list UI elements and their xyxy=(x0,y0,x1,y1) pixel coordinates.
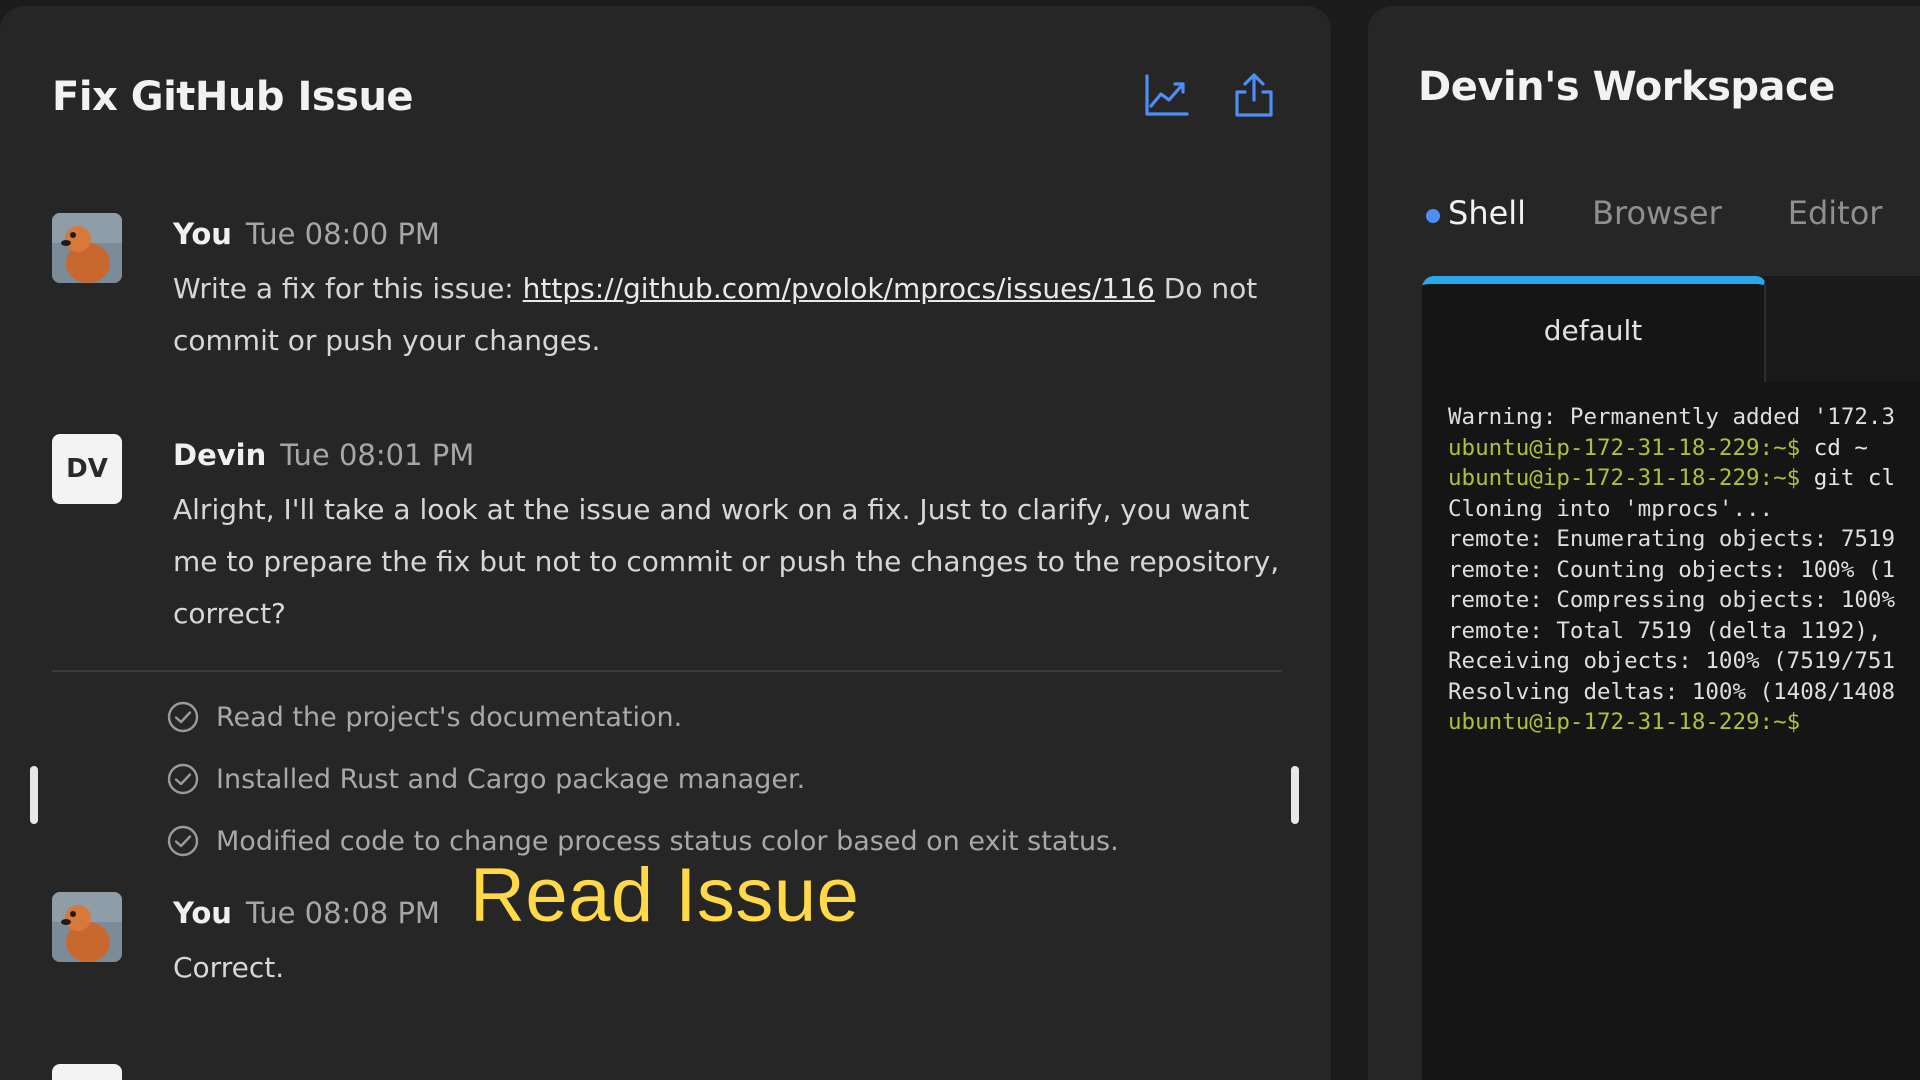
chat-message: You Tue 08:00 PM Write a fix for this iss… xyxy=(52,213,1291,383)
terminal-prompt: ubuntu@ip-172-31-18-229:~$ xyxy=(1448,434,1801,461)
message-text: Write a fix for this issue: https://gith… xyxy=(173,263,1291,367)
terminal-command: cd ~ xyxy=(1800,434,1868,461)
chat-message: DV Devin Tue 08:01 PM Alright, I'll take … xyxy=(52,434,1291,654)
chat-header: Fix GitHub Issue xyxy=(52,70,1279,130)
workspace-title: Devin's Workspace xyxy=(1418,64,1835,110)
check-circle-icon xyxy=(167,763,199,795)
chat-message xyxy=(52,1064,1291,1080)
avatar[interactable] xyxy=(52,892,122,962)
message-meta: Devin Tue 08:01 PM xyxy=(173,438,474,472)
check-circle-icon xyxy=(167,701,199,733)
share-icon[interactable] xyxy=(1229,70,1279,120)
message-meta: You Tue 08:08 PM xyxy=(173,896,440,930)
terminal-line: Resolving deltas: 100% (1408/1408 xyxy=(1448,678,1896,705)
terminal-line: ubuntu@ip-172-31-18-229:~$ git cl xyxy=(1448,463,1895,494)
issue-link[interactable]: https://github.com/pvolok/mprocs/issues/… xyxy=(523,272,1155,305)
tab-label: Shell xyxy=(1448,194,1527,232)
page-title: Fix GitHub Issue xyxy=(52,74,414,120)
terminal-line: Cloning into 'mprocs'... xyxy=(1448,495,1774,522)
terminal-line: ubuntu@ip-172-31-18-229:~$ cd ~ xyxy=(1448,433,1895,464)
terminal-output: Warning: Permanently added '172.3 ubuntu@… xyxy=(1448,402,1895,738)
avatar[interactable] xyxy=(52,1064,122,1080)
terminal-line: ubuntu@ip-172-31-18-229:~$ xyxy=(1448,707,1895,738)
terminal[interactable]: default Warning: Permanently added '172.… xyxy=(1422,276,1920,1080)
divider xyxy=(52,670,1282,672)
task-label: Installed Rust and Cargo package manager… xyxy=(216,763,806,795)
message-meta: You Tue 08:00 PM xyxy=(173,217,440,251)
avatar[interactable] xyxy=(52,213,122,283)
tab-editor[interactable]: Editor xyxy=(1788,194,1883,232)
message-time: Tue 08:08 PM xyxy=(245,896,440,930)
message-author: You xyxy=(173,217,232,251)
terminal-prompt: ubuntu@ip-172-31-18-229:~$ xyxy=(1448,709,1801,735)
message-text: Alright, I'll take a look at the issue a… xyxy=(173,493,1280,630)
drag-handle[interactable] xyxy=(30,766,38,824)
overlay-caption: Read Issue xyxy=(470,853,860,938)
tab-shell[interactable]: Shell xyxy=(1426,194,1526,232)
terminal-prompt: ubuntu@ip-172-31-18-229:~$ xyxy=(1448,465,1801,491)
active-dot-icon xyxy=(1426,209,1440,223)
message-author: Devin xyxy=(173,438,267,472)
terminal-line: remote: Compressing objects: 100% xyxy=(1448,587,1896,613)
message-time: Tue 08:00 PM xyxy=(245,217,440,251)
terminal-line: remote: Counting objects: 100% (1 xyxy=(1448,556,1896,583)
avatar[interactable]: DV xyxy=(52,434,122,504)
tab-browser[interactable]: Browser xyxy=(1592,194,1722,232)
workspace-tabs: Shell Browser Editor xyxy=(1426,194,1920,232)
terminal-tabbar: default xyxy=(1422,276,1920,382)
terminal-command: git cl xyxy=(1800,465,1896,491)
message-time: Tue 08:01 PM xyxy=(280,438,475,472)
scrollbar[interactable] xyxy=(1291,766,1299,824)
task-label: Read the project's documentation. xyxy=(216,701,683,733)
chart-icon[interactable] xyxy=(1141,70,1191,120)
terminal-line: Warning: Permanently added '172.3 xyxy=(1448,404,1896,430)
workspace-panel: Devin's Workspace Shell Browser Editor def… xyxy=(1368,6,1920,1080)
terminal-tab[interactable]: default xyxy=(1422,276,1766,382)
task-list: Read the project's documentation. Instal… xyxy=(166,686,1266,872)
terminal-line: remote: Enumerating objects: 7519 xyxy=(1448,526,1896,552)
message-text-before: Write a fix for this issue: xyxy=(173,272,523,305)
check-circle-icon xyxy=(167,825,199,857)
message-text: Correct. xyxy=(173,951,285,984)
message-author: You xyxy=(173,896,232,930)
list-item: Read the project's documentation. xyxy=(166,686,1266,748)
list-item: Installed Rust and Cargo package manager… xyxy=(166,748,1266,810)
terminal-line: remote: Total 7519 (delta 1192), xyxy=(1448,617,1882,644)
terminal-line: Receiving objects: 100% (7519/751 xyxy=(1448,648,1896,674)
